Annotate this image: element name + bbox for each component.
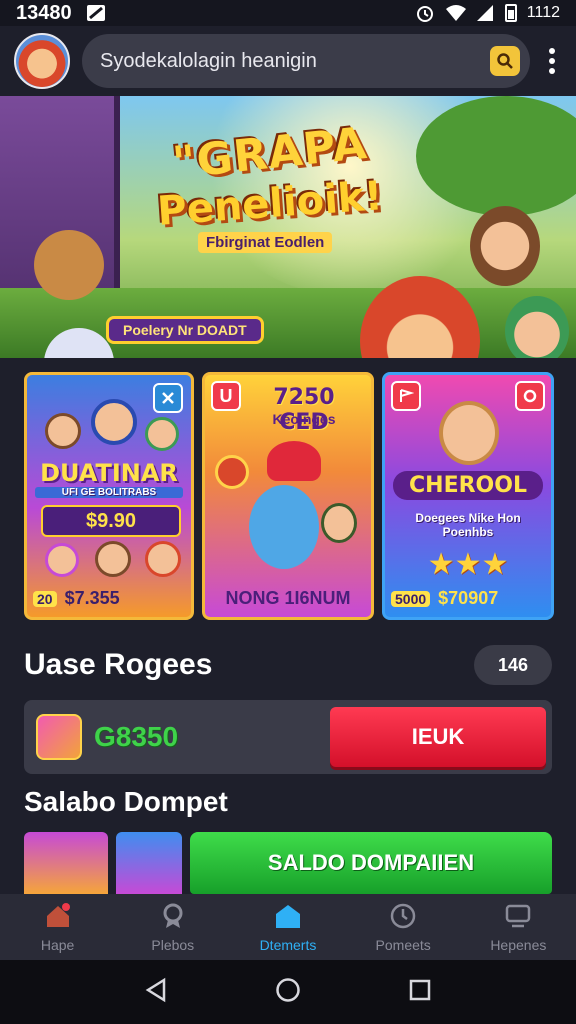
star-icon: ★ [454, 548, 482, 581]
shop-icon [273, 901, 303, 931]
card-subtitle: Keoinges [272, 411, 336, 427]
search-bar[interactable]: Syodekalolagin heanigin [82, 34, 530, 88]
card-footer-value: $70907 [438, 588, 499, 608]
banner-character-dog [34, 230, 104, 300]
card-footer: NONG 1I6NUM [211, 588, 365, 609]
battery-icon [504, 4, 517, 22]
avatar[interactable] [14, 33, 70, 89]
card-character-cat [249, 485, 319, 569]
more-menu-icon[interactable] [542, 48, 562, 74]
game-card-1[interactable]: DUATINAR UFI GE BOLITRABS $9.90 20 $7.35… [24, 372, 194, 620]
notification-icon [86, 4, 106, 22]
bottom-nav: Hape Plebos Dtemerts Pomeets Hepenes [0, 894, 576, 960]
action-button[interactable]: IEUK [330, 707, 546, 767]
card-character [91, 399, 137, 445]
balance-row: G8350 IEUK [24, 700, 552, 774]
balance-value: G8350 [94, 721, 179, 752]
nav-label: Hape [40, 937, 75, 953]
card-settings-icon[interactable] [515, 381, 545, 411]
card-badge: U [211, 381, 241, 411]
card-footer-value: NONG 1I6NUM [225, 588, 351, 608]
app-header: Syodekalolagin heanigin [0, 26, 576, 96]
star-icon: ★ [481, 548, 509, 581]
banner-subtitle: Fbirginat Eodlen [198, 232, 333, 253]
card-footer: 20 $7.355 [33, 588, 185, 609]
card-subtitle: Doegees Nike Hon Poenhbs [415, 511, 521, 539]
status-bar: 13480 1112 [0, 0, 576, 26]
monitor-icon [503, 901, 533, 931]
recent-section-header: Uase Rogees 146 [24, 640, 552, 690]
wallet-balance-button[interactable]: SALDO DOMPAIIEN [190, 832, 552, 894]
card-character [439, 401, 499, 465]
alarm-icon [415, 4, 435, 22]
game-cards: DUATINAR UFI GE BOLITRABS $9.90 20 $7.35… [24, 372, 554, 620]
star-icon: ★ [427, 548, 455, 581]
search-icon[interactable] [490, 46, 520, 76]
nav-item-clock[interactable]: Pomeets [353, 901, 453, 953]
card-character [45, 413, 81, 449]
card-character [145, 541, 181, 577]
card-character [95, 541, 131, 577]
card-footer-tag: 5000 [391, 590, 431, 607]
card-footer-value: $7.355 [64, 588, 120, 608]
section-title: Uase Rogees [24, 648, 213, 681]
nav-label: Dtemerts [259, 937, 317, 953]
system-nav-bar [0, 960, 576, 1024]
signal-icon [475, 4, 495, 22]
status-right-text: 1112 [526, 4, 560, 21]
nav-label: Pomeets [375, 937, 431, 953]
medal-icon [158, 901, 188, 931]
clock-icon [388, 901, 418, 931]
wallet-row: SALDO DOMPAIIEN [24, 832, 552, 894]
nav-label: Plebos [151, 937, 195, 953]
card-title: CHEROOL [393, 471, 543, 500]
nav-item-medal[interactable]: Plebos [123, 901, 223, 953]
card-price: $9.90 [41, 505, 181, 537]
banner-title: "GRAPA Penelioik! [150, 118, 390, 235]
banner-cta[interactable]: Poelery Nr DOADT [106, 316, 264, 344]
card-subtitle: UFI GE BOLITRABS [35, 487, 183, 498]
coin-icon [215, 455, 249, 489]
wallet-title: Salabo Dompet [24, 786, 228, 817]
game-thumbnail[interactable] [24, 832, 108, 894]
wifi-icon [445, 4, 466, 22]
game-thumbnail[interactable] [116, 832, 182, 894]
recents-icon[interactable] [408, 978, 432, 1007]
card-rating: ★★★ [385, 547, 551, 582]
card-flag-icon [391, 381, 421, 411]
card-object [267, 441, 321, 481]
game-card-3[interactable]: CHEROOL Doegees Nike Hon Poenhbs ★★★ 500… [382, 372, 554, 620]
promo-banner[interactable]: "GRAPA Penelioik! Fbirginat Eodlen Poele… [0, 96, 576, 358]
nav-item-shop[interactable]: Dtemerts [238, 901, 338, 953]
home-icon [43, 901, 73, 931]
back-icon[interactable] [144, 977, 168, 1008]
chest-icon [36, 714, 82, 760]
card-title: DUATINAR [40, 459, 178, 487]
card-footer: 5000 $70907 [391, 588, 545, 609]
game-card-2[interactable]: U 7250 CED Keoinges NONG 1I6NUM [202, 372, 374, 620]
card-character [45, 543, 79, 577]
nav-item-home[interactable]: Hape [8, 901, 108, 953]
card-character [321, 503, 357, 543]
banner-character-girl [505, 296, 569, 358]
card-footer-tag: 20 [33, 590, 57, 607]
status-time: 13480 [16, 1, 72, 24]
count-badge[interactable]: 146 [474, 645, 552, 685]
card-title: 7250 CED [273, 385, 335, 435]
card-character [145, 417, 179, 451]
nav-label: Hepenes [490, 937, 547, 953]
search-input[interactable]: Syodekalolagin heanigin [100, 50, 317, 73]
home-button-icon[interactable] [275, 977, 301, 1008]
card-close-icon[interactable] [153, 383, 183, 413]
nav-item-monitor[interactable]: Hepenes [468, 901, 568, 953]
banner-character-kid [470, 206, 540, 286]
